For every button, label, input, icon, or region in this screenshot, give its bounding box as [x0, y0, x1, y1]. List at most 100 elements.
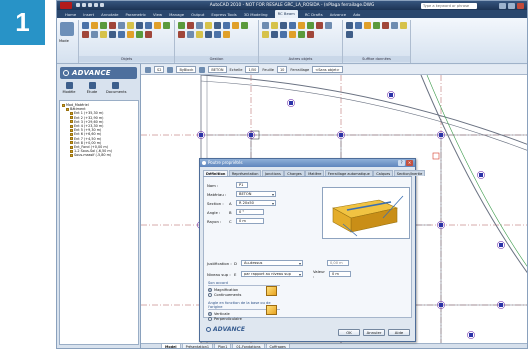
ribbon-tool-icon[interactable] — [82, 22, 89, 29]
dialog-tab[interactable]: Définition — [203, 170, 229, 176]
ribbon-tool-icon[interactable] — [355, 22, 362, 29]
layout-tab[interactable]: 01-Fondations — [232, 344, 265, 348]
ribbon-tab[interactable]: Insert — [83, 12, 94, 17]
layout-tab[interactable]: Coffrages — [265, 344, 290, 348]
layout-tab[interactable]: Présentation1 — [181, 344, 214, 348]
radio-icon[interactable] — [208, 317, 212, 321]
style-icon[interactable] — [167, 66, 174, 73]
ribbon-tool-icon[interactable] — [154, 22, 161, 29]
ribbon-tool-icon[interactable] — [262, 22, 269, 29]
dialog-tab[interactable]: Charges — [284, 170, 305, 176]
ribbon-tool-icon[interactable] — [307, 22, 314, 29]
dialog-tab[interactable]: Jonctions — [261, 170, 284, 176]
ribbon-tool-icon[interactable] — [382, 22, 389, 29]
option-perpendiculaire[interactable]: Perpendiculaire — [208, 317, 280, 321]
ribbon-tool-icon[interactable] — [91, 22, 98, 29]
sheet-select[interactable]: 10 — [276, 66, 288, 73]
ribbon-tab[interactable]: Parametric — [125, 12, 146, 17]
close-icon[interactable] — [517, 2, 524, 9]
minimize-icon[interactable] — [499, 2, 506, 9]
ribbon-tool-icon[interactable] — [178, 31, 185, 38]
ribbon-tool-icon[interactable] — [118, 31, 125, 38]
ribbon-tab[interactable]: 3D Modeling — [244, 12, 268, 17]
ribbon-tab[interactable]: View — [153, 12, 162, 17]
section-icon[interactable] — [199, 66, 206, 73]
ribbon-tool-icon[interactable] — [136, 31, 143, 38]
mode-icon[interactable] — [60, 22, 74, 36]
ribbon-tool-icon[interactable] — [214, 31, 221, 38]
ribbon-tool-icon[interactable] — [187, 22, 194, 29]
sidebar-tab-modele[interactable]: Modèle — [60, 82, 78, 94]
ribbon-tool-icon[interactable] — [373, 22, 380, 29]
ribbon-tool-icon[interactable] — [118, 22, 125, 29]
ribbon-tool-icon[interactable] — [289, 22, 296, 29]
ribbon-tab[interactable]: Ado — [353, 12, 360, 17]
rayon-input[interactable]: 0 m — [236, 218, 264, 224]
radio-icon[interactable] — [208, 312, 212, 316]
ribbon-tool-icon[interactable] — [214, 22, 221, 29]
ribbon-tool-icon[interactable] — [145, 22, 152, 29]
tree-item[interactable]: Sous-massif (-5,80 m) — [60, 153, 138, 157]
ribbon-tool-icon[interactable] — [91, 31, 98, 38]
ribbon-tool-icon[interactable] — [298, 31, 305, 38]
ribbon-tool-icon[interactable] — [271, 22, 278, 29]
section-select[interactable]: BETON — [208, 66, 227, 73]
ribbon-tool-icon[interactable] — [316, 22, 323, 29]
scale-select[interactable]: 1/50 — [245, 66, 260, 73]
sidebar-tab-documents[interactable]: Documents — [106, 82, 127, 94]
layout-tab[interactable]: Plan1 — [214, 344, 232, 348]
mode-select[interactable]: <Sans objet> — [312, 66, 343, 73]
layout-tab[interactable]: Model — [161, 344, 181, 348]
dialog-tab[interactable]: Section/Inertie — [393, 170, 426, 176]
ribbon-tab[interactable]: Annotate — [101, 12, 118, 17]
ribbon-tab[interactable]: Express Tools — [211, 12, 236, 17]
maximize-icon[interactable] — [508, 2, 515, 9]
ribbon-tool-icon[interactable] — [241, 22, 248, 29]
ribbon-tool-icon[interactable] — [136, 22, 143, 29]
ribbon-tool-icon[interactable] — [232, 22, 239, 29]
dialog-tab[interactable]: Représentation — [228, 170, 262, 176]
ribbon-tab[interactable]: Output — [191, 12, 204, 17]
ribbon-tab[interactable]: RC Beam — [274, 10, 298, 18]
ribbon-tool-icon[interactable] — [205, 31, 212, 38]
help-icon[interactable]: ? — [398, 160, 405, 166]
ribbon-tool-icon[interactable] — [109, 31, 116, 38]
ribbon-tool-icon[interactable] — [364, 22, 371, 29]
ribbon-tab[interactable]: Manage — [169, 12, 184, 17]
niveau-select[interactable]: par rapport au niveau sup — [241, 271, 303, 277]
ribbon-tool-icon[interactable] — [346, 31, 353, 38]
ribbon-tab[interactable]: RC Drafts — [305, 12, 323, 17]
cancel-button[interactable]: Annuler — [363, 329, 385, 336]
style-select[interactable]: ByBlock — [176, 66, 197, 73]
ribbon-tool-icon[interactable] — [223, 31, 230, 38]
ribbon-tool-icon[interactable] — [127, 31, 134, 38]
mode-button-label[interactable]: Mode — [59, 39, 69, 43]
ribbon-tab[interactable]: Home — [65, 12, 76, 17]
ribbon-tool-icon[interactable] — [262, 31, 269, 38]
ribbon-tool-icon[interactable] — [163, 22, 170, 29]
ribbon-tool-icon[interactable] — [298, 22, 305, 29]
search-input[interactable]: Type a keyword or phrase — [421, 2, 477, 9]
ribbon-tool-icon[interactable] — [145, 31, 152, 38]
ribbon-tool-icon[interactable] — [280, 22, 287, 29]
ribbon-tool-icon[interactable] — [196, 22, 203, 29]
dialog-tab[interactable]: Matière — [305, 170, 325, 176]
ribbon-tab[interactable]: Advance — [330, 12, 346, 17]
ribbon-tool-icon[interactable] — [391, 22, 398, 29]
dialog-tab[interactable]: Ferraillage automatique — [324, 170, 373, 176]
justification-offset[interactable]: 0,00 m — [327, 260, 349, 266]
ribbon-tool-icon[interactable] — [100, 22, 107, 29]
nom-input[interactable]: P1 — [236, 182, 248, 188]
sidebar-tab-etude[interactable]: Étude — [83, 82, 101, 94]
ribbon-tool-icon[interactable] — [400, 22, 407, 29]
section-select[interactable]: R 20x50 — [236, 200, 276, 206]
ribbon-tool-icon[interactable] — [82, 31, 89, 38]
ribbon-tool-icon[interactable] — [223, 22, 230, 29]
angle-input[interactable]: 0 ° — [236, 209, 264, 215]
dialog-tab[interactable]: Calques — [373, 170, 394, 176]
justification-select[interactable]: Au-dessus — [241, 260, 303, 266]
ribbon-tool-icon[interactable] — [346, 22, 353, 29]
ribbon-tool-icon[interactable] — [187, 31, 194, 38]
valeur-input[interactable]: 0 m — [329, 271, 351, 277]
ribbon-tool-icon[interactable] — [271, 31, 278, 38]
